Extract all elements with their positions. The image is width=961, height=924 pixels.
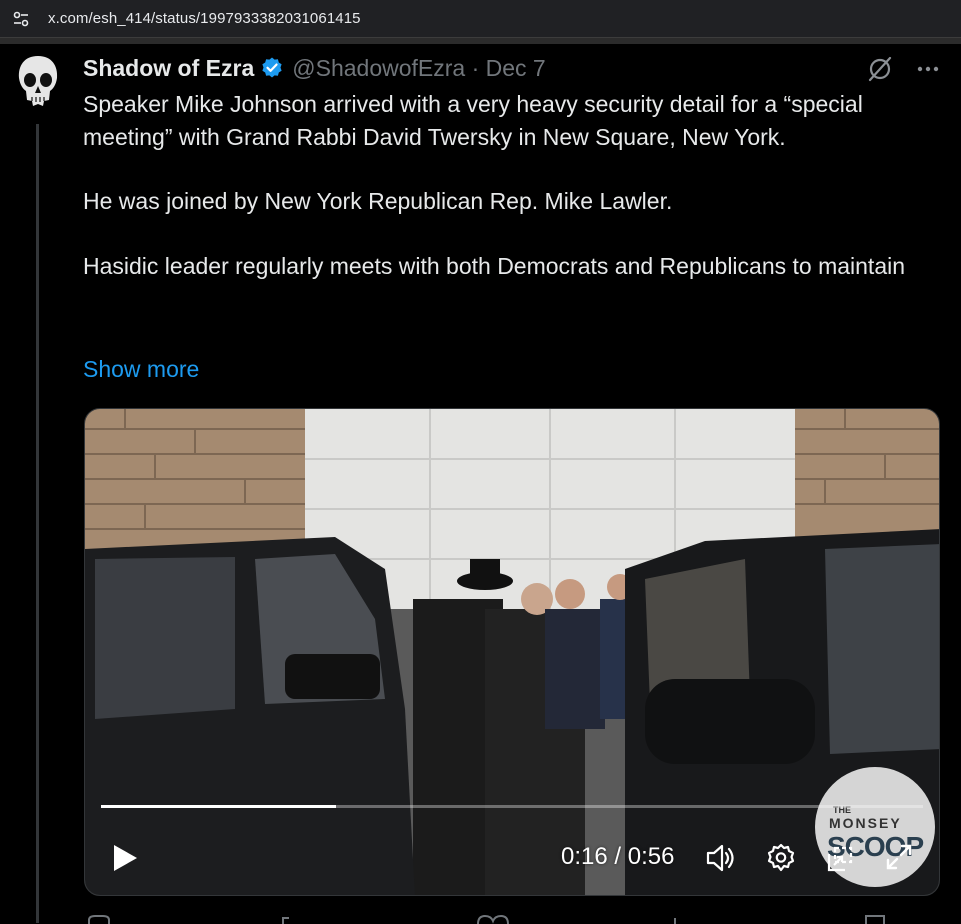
url-text[interactable]: x.com/esh_414/status/1997933382031061415 (48, 10, 361, 27)
video-frame[interactable] (85, 409, 940, 896)
video-player[interactable]: THE MONSEY SCOOP 0:16 / 0:56 (84, 408, 940, 896)
show-more-link[interactable]: Show more (83, 356, 199, 383)
video-progress-fill (101, 805, 337, 808)
author-handle-date[interactable]: @ShadowofEzra · Dec 7 (292, 55, 545, 82)
repost-icon (282, 917, 289, 924)
picture-in-picture-icon[interactable] (826, 845, 854, 873)
settings-gear-icon[interactable] (766, 843, 796, 873)
tweet-paragraph: He was joined by New York Republican Rep… (83, 188, 673, 214)
tweet-paragraph: Hasidic leader regularly meets with both… (83, 252, 906, 279)
site-settings-icon[interactable] (12, 10, 30, 28)
tweet-paragraph: Speaker Mike Johnson arrived with a very… (83, 91, 863, 150)
tweet-header: Shadow of Ezra @ShadowofEzra · Dec 7 (83, 53, 546, 83)
fullscreen-icon[interactable] (885, 843, 913, 871)
video-time: 0:16 / 0:56 (561, 843, 675, 870)
address-bar[interactable]: x.com/esh_414/status/1997933382031061415 (0, 0, 961, 38)
play-icon[interactable] (111, 843, 139, 873)
video-progress-bar[interactable] (101, 805, 923, 808)
volume-icon[interactable] (705, 843, 737, 873)
grok-icon[interactable] (866, 55, 894, 83)
avatar[interactable] (14, 54, 62, 110)
toolbar-divider (0, 38, 961, 44)
verified-badge-icon[interactable] (260, 56, 284, 80)
more-options-icon[interactable] (915, 57, 941, 81)
tweet-text: Speaker Mike Johnson arrived with a very… (83, 88, 933, 282)
author-name[interactable]: Shadow of Ezra (83, 55, 254, 82)
watermark-line2: MONSEY (829, 815, 902, 831)
tweet-action-bar (88, 914, 885, 924)
thread-line (36, 124, 39, 923)
